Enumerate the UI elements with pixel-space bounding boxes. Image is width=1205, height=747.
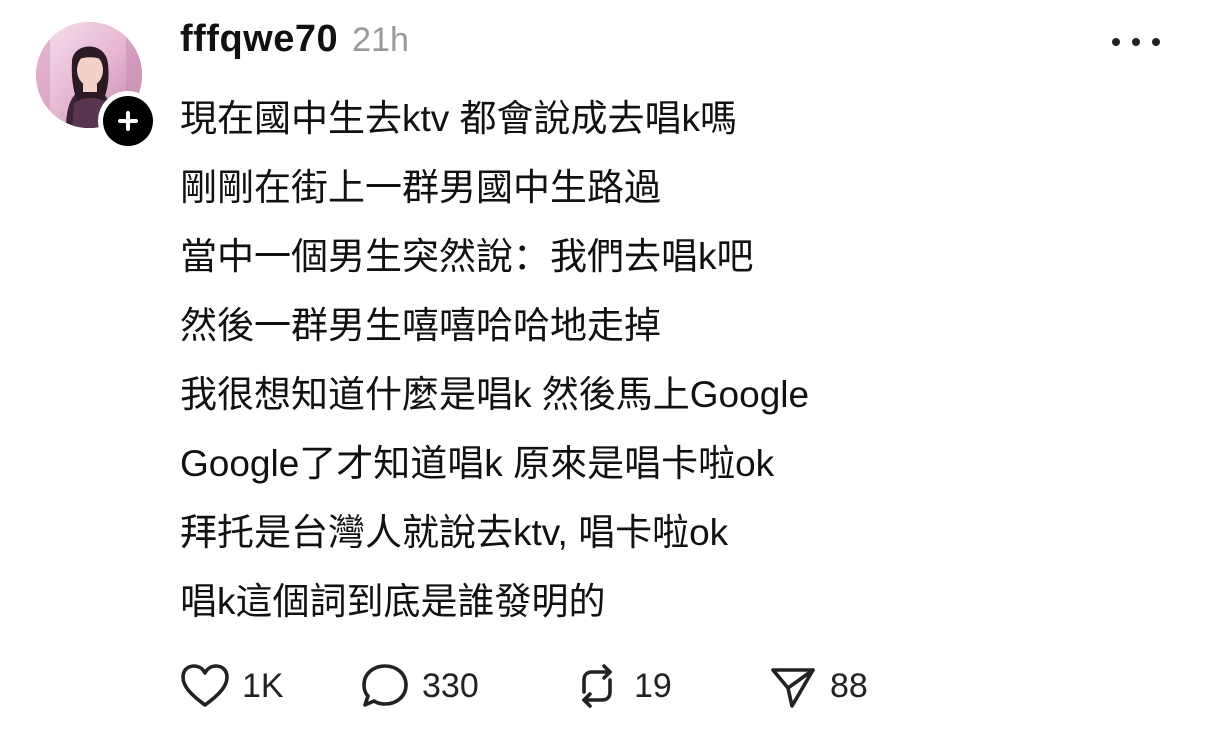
post-line: 然後一群男生嘻嘻哈哈地走掉 (180, 305, 661, 346)
post-line: 當中一個男生突然說：我們去唱k吧 (180, 236, 754, 277)
timestamp: 21h (352, 21, 409, 59)
post-header: fffqwe70 21h (180, 18, 409, 68)
post-text: 現在國中生去ktv 都會說成去唱k嗎 剛剛在街上一群男國中生路過 當中一個男生突… (180, 84, 1180, 636)
share-count: 88 (830, 666, 868, 705)
more-dots-icon (1132, 38, 1140, 46)
reply-button[interactable]: 330 (360, 662, 572, 710)
send-icon (771, 668, 815, 708)
like-count: 1K (242, 666, 284, 705)
more-options-button[interactable] (1112, 30, 1160, 54)
repost-count: 19 (634, 666, 672, 705)
post-line: 拜托是台灣人就說去ktv, 唱卡啦ok (180, 512, 729, 553)
reply-count: 330 (422, 666, 479, 705)
post-line: 現在國中生去ktv 都會說成去唱k嗎 (180, 98, 738, 139)
more-dots-icon (1112, 38, 1120, 46)
action-bar: 1K 330 19 88 (180, 660, 908, 712)
heart-icon (181, 664, 229, 707)
post-line: 我很想知道什麼是唱k 然後馬上Google (180, 374, 810, 415)
post-line: 剛剛在街上一群男國中生路過 (180, 167, 661, 208)
avatar-container[interactable] (36, 22, 158, 151)
repost-button[interactable]: 19 (572, 662, 768, 710)
like-button[interactable]: 1K (180, 663, 360, 709)
plus-icon (118, 111, 138, 131)
follow-badge[interactable] (103, 96, 153, 146)
post-line: Google了才知道唱k 原來是唱卡啦ok (180, 443, 775, 484)
username[interactable]: fffqwe70 (180, 18, 338, 61)
repost-icon (582, 664, 612, 708)
post-line: 唱k這個詞到底是誰發明的 (180, 581, 606, 622)
follow-button[interactable] (98, 91, 158, 151)
share-button[interactable]: 88 (768, 662, 908, 710)
more-dots-icon (1152, 38, 1160, 46)
comment-bubble-icon (362, 664, 408, 707)
